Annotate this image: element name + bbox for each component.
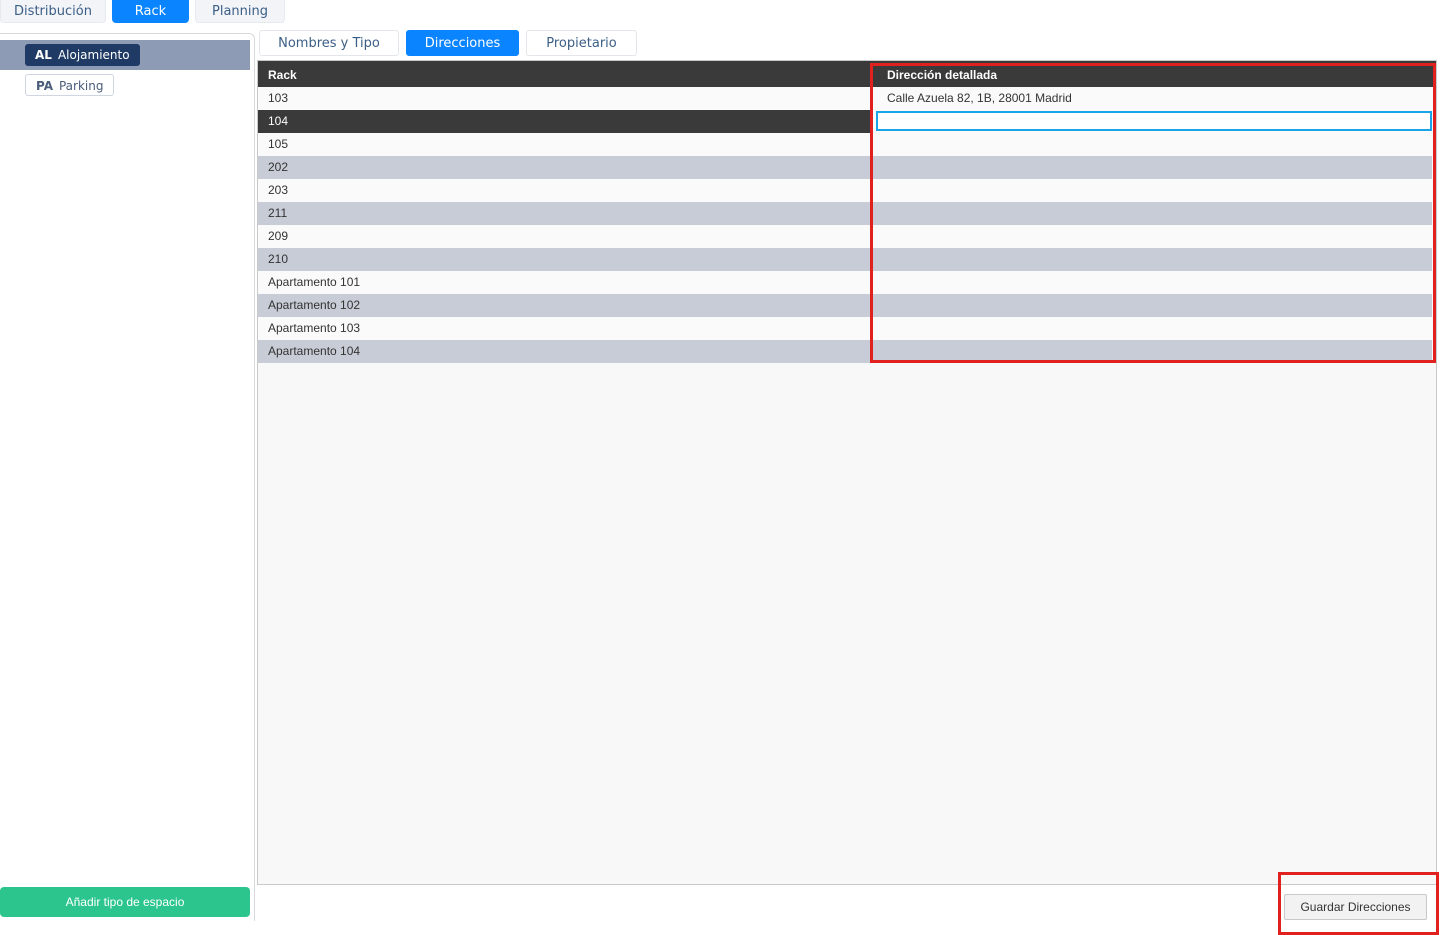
rack-cell: 209 (268, 229, 289, 243)
table-row[interactable]: Apartamento 101 (258, 271, 1432, 294)
tab-propietario[interactable]: Propietario (526, 30, 637, 56)
rack-cell: 203 (268, 183, 289, 197)
table-row[interactable]: Apartamento 104 (258, 340, 1432, 363)
rack-cell: Apartamento 104 (268, 344, 361, 358)
rack-cell: 202 (268, 160, 289, 174)
rack-cell: Apartamento 101 (268, 275, 361, 289)
rack-cell: 211 (268, 206, 288, 220)
address-cell-editor[interactable] (876, 111, 1432, 131)
sidebar-item-alojamiento[interactable]: AL Alojamiento (0, 40, 250, 70)
rack-cell: 105 (268, 137, 289, 151)
table-row[interactable]: Apartamento 103 (258, 317, 1432, 340)
column-header-rack[interactable]: Rack (268, 68, 297, 82)
grid-header: Rack Dirección detallada (258, 61, 1436, 87)
space-type-chip-alojamiento[interactable]: AL Alojamiento (25, 44, 140, 66)
add-space-type-button[interactable]: Añadir tipo de espacio (0, 887, 250, 917)
rack-cell: 103 (268, 91, 289, 105)
chip-label: Parking (58, 79, 104, 93)
save-addresses-button[interactable]: Guardar Direcciones (1284, 894, 1427, 920)
sidebar-item-parking[interactable]: PA Parking (0, 70, 250, 100)
table-row[interactable]: 202 (258, 156, 1432, 179)
rack-cell: Apartamento 103 (268, 321, 361, 335)
table-row[interactable]: 103 Calle Azuela 82, 1B, 28001 Madrid (258, 87, 1432, 110)
chip-code: PA (36, 79, 53, 93)
tab-rack[interactable]: Rack (112, 0, 189, 23)
table-row[interactable]: 203 (258, 179, 1432, 202)
tab-planning[interactable]: Planning (195, 0, 285, 23)
chip-code: AL (35, 48, 52, 62)
chip-label: Alojamiento (57, 48, 130, 62)
table-row[interactable]: 211 (258, 202, 1432, 225)
table-row[interactable]: Apartamento 102 (258, 294, 1432, 317)
rack-cell: Apartamento 102 (268, 298, 361, 312)
rack-cell: 210 (268, 252, 289, 266)
tab-distribucion[interactable]: Distribución (0, 0, 106, 23)
table-row[interactable]: 209 (258, 225, 1432, 248)
tab-direcciones[interactable]: Direcciones (406, 30, 519, 56)
address-cell[interactable]: Calle Azuela 82, 1B, 28001 Madrid (887, 87, 1072, 110)
table-row[interactable]: 105 (258, 133, 1432, 156)
column-header-address[interactable]: Dirección detallada (887, 68, 997, 82)
rack-cell: 104 (268, 114, 289, 128)
table-row-selected[interactable]: 104 (258, 110, 1432, 133)
sidebar: AL Alojamiento PA Parking (0, 33, 255, 921)
table-row[interactable]: 210 (258, 248, 1432, 271)
tab-nombres-tipo[interactable]: Nombres y Tipo (259, 30, 399, 56)
addresses-grid: Rack Dirección detallada 103 Calle Azuel… (257, 60, 1437, 885)
space-type-chip-parking[interactable]: PA Parking (25, 74, 115, 96)
